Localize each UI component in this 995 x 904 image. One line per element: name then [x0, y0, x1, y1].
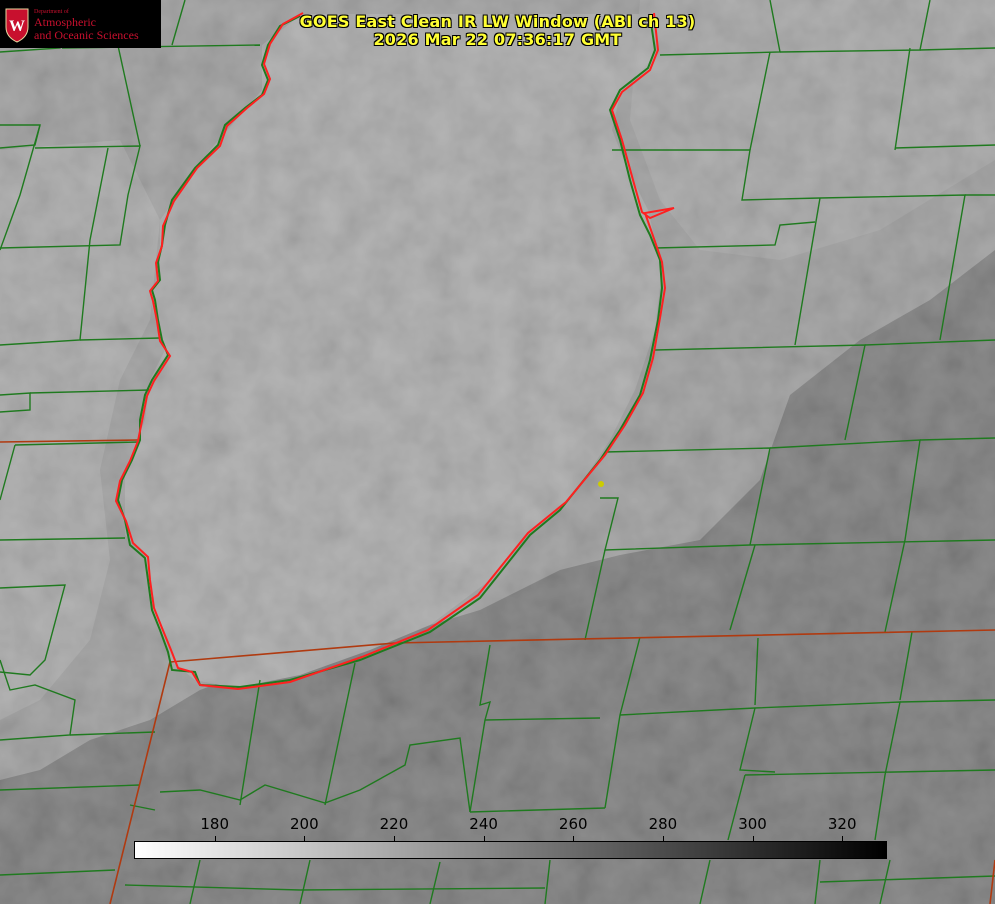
colorbar-tick-mark — [752, 836, 754, 842]
colorbar-tick-label: 220 — [379, 815, 409, 833]
colorbar-tick-label: 300 — [738, 815, 767, 833]
colorbar-tick-mark — [483, 836, 485, 842]
colorbar-tick-label: 240 — [469, 815, 498, 833]
temperature-colorbar — [134, 841, 887, 859]
image-title: GOES East Clean IR LW Window (ABI ch 13) — [299, 12, 696, 31]
satellite-map — [0, 0, 995, 904]
image-timestamp: 2026 Mar 22 07:36:17 GMT — [373, 30, 622, 49]
image-texture — [0, 0, 995, 904]
colorbar-tick-label: 280 — [648, 815, 678, 833]
colorbar-tick-mark — [304, 836, 306, 842]
colorbar-tick-mark — [573, 836, 575, 842]
station-marker — [598, 481, 604, 487]
colorbar-tick-mark — [662, 836, 664, 842]
colorbar-tick-mark — [393, 836, 395, 842]
satellite-image-view: W Department of Atmospheric and Oceanic … — [0, 0, 995, 904]
colorbar-tick-label: 180 — [200, 815, 229, 833]
colorbar-tick-label: 320 — [827, 815, 857, 833]
colorbar-tick-mark — [214, 836, 216, 842]
colorbar-tick-mark — [842, 836, 844, 842]
colorbar-tick-label: 200 — [289, 815, 319, 833]
colorbar-tick-label: 260 — [558, 815, 588, 833]
